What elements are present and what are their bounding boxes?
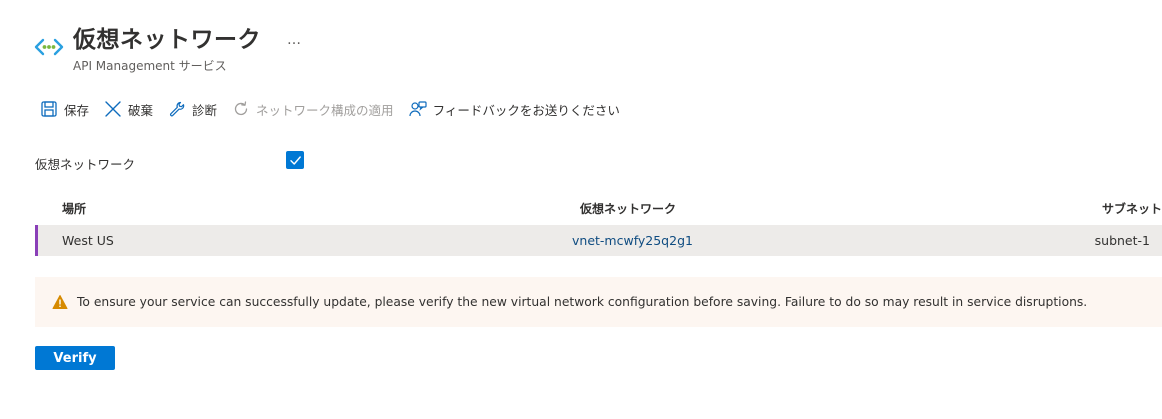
command-bar: 保存 破棄 診断 ネットワーク構成の適用 フィードバックをお送りください bbox=[40, 96, 635, 122]
warning-icon bbox=[52, 295, 68, 309]
feedback-button[interactable]: フィードバックをお送りください bbox=[408, 100, 620, 119]
vnet-field-label: 仮想ネットワーク bbox=[35, 157, 136, 172]
feedback-label: フィードバックをお送りください bbox=[432, 102, 620, 118]
diagnose-button[interactable]: 診断 bbox=[168, 100, 217, 119]
verify-button[interactable]: Verify bbox=[35, 346, 115, 370]
column-header-vnet: 仮想ネットワーク bbox=[580, 202, 677, 216]
column-header-location: 場所 bbox=[62, 202, 87, 216]
refresh-icon bbox=[234, 101, 248, 116]
warning-text: To ensure your service can successfully … bbox=[77, 295, 1088, 309]
save-button[interactable]: 保存 bbox=[40, 100, 89, 119]
page-subtitle: API Management サービス bbox=[73, 59, 227, 73]
cell-subnet: subnet-1 bbox=[1094, 233, 1150, 248]
vnet-checkbox[interactable] bbox=[286, 151, 304, 169]
page-header: 仮想ネットワーク … API Management サービス bbox=[34, 26, 302, 74]
discard-button[interactable]: 破棄 bbox=[104, 100, 153, 119]
cell-location: West US bbox=[62, 233, 114, 248]
column-header-subnet: サブネット bbox=[1101, 202, 1162, 216]
checkmark-icon bbox=[289, 155, 301, 165]
vnet-table: 場所 仮想ネットワーク サブネット West US vnet-mcwfy25q2… bbox=[35, 196, 1162, 256]
close-icon bbox=[105, 101, 121, 117]
cell-vnet-link[interactable]: vnet-mcwfy25q2g1 bbox=[572, 233, 693, 248]
table-header: 場所 仮想ネットワーク サブネット bbox=[35, 196, 1162, 220]
apply-network-config-button[interactable]: ネットワーク構成の適用 bbox=[232, 100, 394, 119]
table-row[interactable]: West US vnet-mcwfy25q2g1 subnet-1 bbox=[35, 225, 1162, 256]
virtual-network-icon bbox=[34, 38, 64, 56]
diagnose-label: 診断 bbox=[192, 102, 218, 118]
feedback-icon bbox=[408, 101, 427, 117]
discard-label: 破棄 bbox=[128, 102, 154, 118]
wrench-icon bbox=[170, 101, 185, 117]
warning-banner: To ensure your service can successfully … bbox=[35, 277, 1162, 327]
save-icon bbox=[41, 101, 57, 117]
apply-network-config-label: ネットワーク構成の適用 bbox=[256, 102, 394, 118]
page-title: 仮想ネットワーク bbox=[73, 27, 261, 53]
more-options-button[interactable]: … bbox=[287, 30, 302, 50]
save-label: 保存 bbox=[64, 102, 90, 118]
